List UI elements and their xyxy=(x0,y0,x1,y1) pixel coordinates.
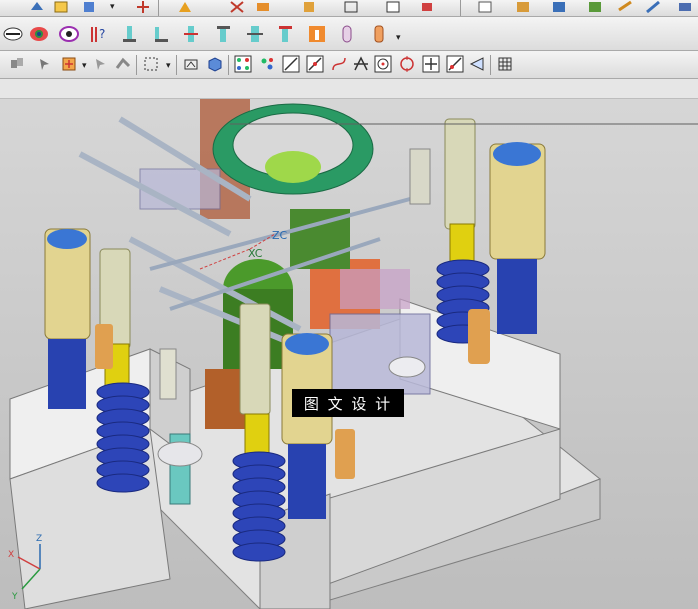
eye-toggle-icon[interactable] xyxy=(28,23,50,45)
help-question-icon[interactable]: ? xyxy=(88,23,110,45)
pointer-icon[interactable] xyxy=(90,53,112,75)
align-left-icon[interactable] xyxy=(118,23,140,45)
center-icon[interactable] xyxy=(372,53,394,75)
triad-z-label: Z xyxy=(36,534,42,544)
rotate-icon[interactable] xyxy=(614,0,636,18)
cut-icon[interactable] xyxy=(226,0,248,18)
status-strip xyxy=(0,79,698,99)
undo-icon[interactable] xyxy=(6,53,28,75)
cube-blue-icon[interactable] xyxy=(204,53,226,75)
snap-toolbar: ▾ ▾ xyxy=(0,51,698,79)
select-icon[interactable] xyxy=(34,53,56,75)
capsule-icon[interactable] xyxy=(336,23,358,45)
eye-ring-icon[interactable] xyxy=(58,23,80,45)
curve-icon[interactable] xyxy=(328,53,350,75)
tangent-icon[interactable] xyxy=(444,53,466,75)
send-icon[interactable] xyxy=(674,0,696,18)
paint-icon[interactable] xyxy=(548,0,570,18)
layer-icon[interactable] xyxy=(584,0,606,18)
align-top-icon[interactable] xyxy=(212,23,234,45)
axis-label-xc: XC xyxy=(248,247,263,260)
dropdown-arrow[interactable]: ▾ xyxy=(82,61,87,71)
triad-x-label: X xyxy=(8,550,14,560)
grid-small-icon[interactable] xyxy=(494,53,516,75)
move-icon[interactable] xyxy=(132,0,154,18)
box-select-icon[interactable] xyxy=(140,53,162,75)
insert-orange-icon[interactable] xyxy=(306,23,328,45)
circle-point-icon[interactable] xyxy=(396,53,418,75)
cylinder-orange-icon[interactable] xyxy=(368,23,390,45)
plus-icon[interactable] xyxy=(420,53,442,75)
snap-point-icon[interactable] xyxy=(256,53,278,75)
book2-icon[interactable] xyxy=(474,0,496,18)
snap-grid-icon[interactable] xyxy=(232,53,254,75)
alignment-toolbar: ? ▾ xyxy=(0,17,698,51)
pick-orange-icon[interactable] xyxy=(58,53,80,75)
align-center-icon[interactable] xyxy=(180,23,202,45)
shape-icon[interactable] xyxy=(340,0,362,18)
book-icon[interactable] xyxy=(50,0,72,18)
intersect-icon[interactable] xyxy=(350,53,372,75)
fan-icon[interactable] xyxy=(466,53,488,75)
watermark-label: 图 文 设 计 xyxy=(292,389,404,417)
pencil-icon[interactable] xyxy=(642,0,664,18)
shade-icon[interactable] xyxy=(180,53,202,75)
align-middle-icon[interactable] xyxy=(274,23,296,45)
top-toolbar: ▾ xyxy=(0,0,698,17)
cube-icon[interactable] xyxy=(78,0,100,18)
align-bottom-icon[interactable] xyxy=(150,23,172,45)
dropdown-arrow[interactable]: ▾ xyxy=(110,2,115,12)
align-split-icon[interactable] xyxy=(244,23,266,45)
hook-icon[interactable] xyxy=(174,0,196,18)
eye-slash-icon[interactable] xyxy=(2,23,24,45)
axis-label-zc: ZC xyxy=(272,229,288,242)
svg-text:?: ? xyxy=(99,27,105,41)
dropdown-arrow[interactable]: ▾ xyxy=(166,61,171,71)
line-icon[interactable] xyxy=(280,53,302,75)
3d-viewport[interactable]: XC ZC Z X Y 图 文 设 计 xyxy=(0,99,698,609)
window-icon[interactable] xyxy=(382,0,404,18)
dropdown-arrow[interactable]: ▾ xyxy=(396,33,401,43)
fill-icon[interactable] xyxy=(416,0,438,18)
midpoint-icon[interactable] xyxy=(304,53,326,75)
mold-assembly-model: XC ZC Z X Y xyxy=(8,99,698,609)
drag-icon[interactable] xyxy=(112,53,134,75)
layers-icon[interactable] xyxy=(252,0,274,18)
face-icon[interactable] xyxy=(298,0,320,18)
block-icon[interactable] xyxy=(512,0,534,18)
triad-y-label: Y xyxy=(11,592,18,602)
snap-icon[interactable] xyxy=(26,0,48,18)
